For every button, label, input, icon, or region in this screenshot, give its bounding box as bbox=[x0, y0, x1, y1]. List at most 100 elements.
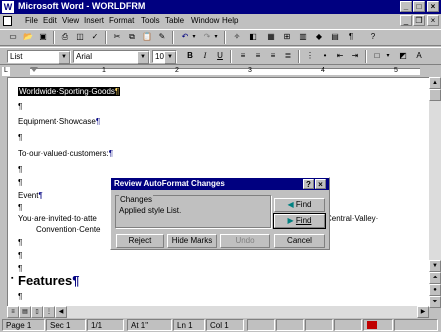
status-rec[interactable] bbox=[247, 319, 275, 331]
select-browse-object-button[interactable]: ● bbox=[429, 284, 441, 296]
show-hide-icon[interactable]: ¶ bbox=[344, 31, 358, 44]
copy-icon[interactable]: ⧉ bbox=[125, 31, 139, 44]
cancel-button[interactable]: Cancel bbox=[274, 234, 325, 248]
scroll-right-button[interactable]: ▶ bbox=[417, 306, 429, 318]
menu-insert[interactable]: Insert bbox=[84, 16, 104, 25]
size-combo[interactable]: 10 ▼ bbox=[152, 50, 177, 64]
style-combo[interactable]: List ▼ bbox=[7, 50, 71, 64]
undo-button[interactable]: Undo bbox=[220, 234, 270, 248]
doc-close-button[interactable]: × bbox=[427, 15, 439, 26]
hide-marks-button[interactable]: Hide Marks bbox=[167, 234, 217, 248]
font-color-icon[interactable]: A bbox=[412, 50, 426, 63]
cut-icon[interactable]: ✂ bbox=[110, 31, 124, 44]
increase-indent-icon[interactable]: ⇥ bbox=[348, 50, 362, 63]
invite-line-tail: Central·Valley· bbox=[326, 214, 379, 223]
status-ovr[interactable] bbox=[334, 319, 362, 331]
chevron-down-icon[interactable]: ▼ bbox=[164, 51, 176, 64]
paste-icon[interactable]: 📋 bbox=[140, 31, 154, 44]
find-next-button[interactable]: ▶ Find bbox=[273, 213, 326, 229]
borders-dropdown-icon[interactable]: ▾ bbox=[384, 50, 392, 63]
minimize-button[interactable]: _ bbox=[400, 1, 412, 12]
status-trk[interactable] bbox=[276, 319, 304, 331]
highlight-icon[interactable]: ◩ bbox=[396, 50, 410, 63]
columns-icon[interactable]: ▥ bbox=[296, 31, 310, 44]
word-app-icon[interactable]: W bbox=[2, 1, 14, 13]
previous-page-button[interactable]: ⏶ bbox=[429, 272, 441, 284]
doc-minimize-button[interactable]: _ bbox=[400, 15, 412, 26]
save-icon[interactable]: ▣ bbox=[36, 31, 50, 44]
horizontal-ruler[interactable]: L 1 2 3 4 5 bbox=[0, 66, 441, 77]
autoformat-icon[interactable]: ✧ bbox=[230, 31, 244, 44]
bullets-icon[interactable]: • bbox=[318, 50, 332, 63]
dialog-help-button[interactable]: ? bbox=[303, 179, 314, 189]
justify-icon[interactable]: ≣ bbox=[281, 50, 295, 63]
numbering-icon[interactable]: ⋮ bbox=[303, 50, 317, 63]
status-page-count: 1/1 bbox=[87, 319, 124, 331]
vertical-scrollbar[interactable]: ▲ ▼ ⏶ ● ⏷ bbox=[429, 77, 441, 308]
page-layout-button[interactable]: ▯ bbox=[31, 306, 43, 318]
horizontal-scrollbar[interactable]: ≡ ▤ ▯ ⋮ ◀ ▶ bbox=[7, 306, 429, 318]
align-center-icon[interactable]: ≡ bbox=[251, 50, 265, 63]
tab-selector-icon[interactable]: L bbox=[2, 67, 10, 76]
bold-button[interactable]: B bbox=[183, 50, 197, 63]
redo-dropdown-icon[interactable]: ▾ bbox=[212, 31, 220, 44]
pilcrow: ¶ bbox=[38, 191, 43, 200]
spelling-status-icon[interactable] bbox=[363, 319, 393, 331]
borders-icon[interactable]: □ bbox=[370, 50, 384, 63]
scroll-up-button[interactable]: ▲ bbox=[429, 77, 441, 89]
open-folder-icon[interactable]: 📂 bbox=[21, 31, 35, 44]
pilcrow: ¶ bbox=[18, 292, 23, 301]
chevron-down-icon[interactable]: ▼ bbox=[58, 51, 70, 64]
left-indent-marker[interactable] bbox=[30, 67, 38, 72]
status-page: Page 1 bbox=[2, 319, 45, 331]
menu-tools[interactable]: Tools bbox=[141, 16, 160, 25]
underline-button[interactable]: U bbox=[213, 50, 227, 63]
font-combo[interactable]: Arial ▼ bbox=[73, 50, 150, 64]
menu-edit[interactable]: Edit bbox=[43, 16, 57, 25]
insert-excel-icon[interactable]: ⊞ bbox=[280, 31, 294, 44]
spelling-icon[interactable]: ✓ bbox=[88, 31, 102, 44]
ruler-track bbox=[30, 68, 420, 75]
event-line: Event¶ bbox=[18, 191, 43, 200]
pilcrow: ¶ bbox=[18, 264, 23, 273]
reject-button[interactable]: Reject bbox=[116, 234, 164, 248]
close-button[interactable]: × bbox=[427, 1, 439, 12]
menu-help[interactable]: Help bbox=[222, 16, 238, 25]
status-ext[interactable] bbox=[305, 319, 333, 331]
insert-chart-icon[interactable]: ▤ bbox=[328, 31, 342, 44]
equipment-line: Equipment·Showcase¶ bbox=[18, 117, 100, 126]
menu-view[interactable]: View bbox=[62, 16, 79, 25]
window-title: Microsoft Word - WORLDFRM bbox=[18, 1, 146, 11]
scroll-thumb[interactable] bbox=[429, 89, 441, 101]
format-painter-icon[interactable]: ✎ bbox=[155, 31, 169, 44]
dialog-close-button[interactable]: × bbox=[315, 179, 326, 189]
address-book-icon[interactable]: ◧ bbox=[246, 31, 260, 44]
normal-view-button[interactable]: ≡ bbox=[7, 306, 19, 318]
decrease-indent-icon[interactable]: ⇤ bbox=[333, 50, 347, 63]
maximize-button[interactable]: □ bbox=[413, 1, 425, 12]
next-page-button[interactable]: ⏷ bbox=[429, 296, 441, 308]
insert-table-icon[interactable]: ▦ bbox=[264, 31, 278, 44]
undo-dropdown-icon[interactable]: ▾ bbox=[190, 31, 198, 44]
help-icon[interactable]: ? bbox=[366, 31, 380, 44]
drawing-icon[interactable]: ◆ bbox=[312, 31, 326, 44]
menu-file[interactable]: File bbox=[25, 16, 38, 25]
outline-view-button[interactable]: ⋮ bbox=[43, 306, 55, 318]
pilcrow: ¶ bbox=[114, 87, 120, 96]
print-icon[interactable]: ⎙ bbox=[58, 31, 72, 44]
chevron-down-icon[interactable]: ▼ bbox=[137, 51, 149, 64]
menu-window[interactable]: Window bbox=[191, 16, 219, 25]
document-icon[interactable] bbox=[3, 16, 12, 26]
align-left-icon[interactable]: ≡ bbox=[236, 50, 250, 63]
online-layout-button[interactable]: ▤ bbox=[19, 306, 31, 318]
print-preview-icon[interactable]: ◫ bbox=[73, 31, 87, 44]
scroll-left-button[interactable]: ◀ bbox=[55, 306, 67, 318]
find-previous-button[interactable]: ◀ Find bbox=[274, 198, 325, 212]
scroll-down-button[interactable]: ▼ bbox=[429, 260, 441, 272]
menu-table[interactable]: Table bbox=[165, 16, 184, 25]
new-document-icon[interactable]: ▭ bbox=[6, 31, 20, 44]
doc-restore-button[interactable]: ❐ bbox=[413, 15, 425, 26]
menu-format[interactable]: Format bbox=[109, 16, 134, 25]
italic-button[interactable]: I bbox=[198, 50, 212, 63]
align-right-icon[interactable]: ≡ bbox=[266, 50, 280, 63]
